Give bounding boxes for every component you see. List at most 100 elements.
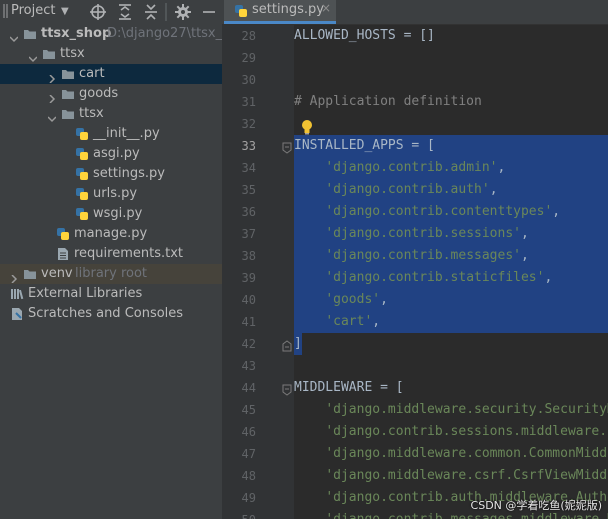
string-literal: 'django.contrib.sessions.middleware.Sess… [325,424,608,439]
chevron-right-icon[interactable] [48,90,56,104]
expand-all-icon[interactable] [116,3,134,21]
tree-item[interactable]: ttsx_shopD:\django27\ttsx_shop [0,24,222,44]
code-line[interactable]: 44 MIDDLEWARE = [ [222,377,608,399]
code-line[interactable]: 35 'django.contrib.auth', [222,179,608,201]
code-text: 'django.contrib.messages', [294,245,529,267]
tree-item[interactable]: ttsx [0,44,222,64]
code-line[interactable]: 28 ALLOWED_HOSTS = [] [222,25,608,47]
code-token: , [520,226,529,241]
python-file-icon [234,4,248,18]
comment: # Application definition [294,94,482,109]
tree-item[interactable]: venv library root [0,264,222,284]
fold-open-icon[interactable] [282,382,292,396]
folder-icon [23,267,37,281]
text-file-icon [56,247,70,261]
python-file-icon [75,167,89,181]
gear-icon[interactable] [174,3,192,21]
chevron-right-icon[interactable] [48,70,56,84]
fold-open-icon[interactable] [282,140,292,154]
lightbulb-icon[interactable] [300,119,314,135]
string-literal: 'django.middleware.csrf.CsrfViewMiddlewa… [325,468,608,483]
tree-item-label: venv [41,266,73,281]
tab-label: settings.py [252,2,324,17]
chevron-down-icon[interactable] [47,110,57,123]
string-literal: 'goods' [325,292,381,307]
tree-item[interactable]: ttsx [0,104,222,124]
chevron-down-icon[interactable] [28,50,38,63]
line-number: 42 [241,337,256,351]
line-number: 44 [241,381,256,395]
tree-item-label: ttsx_shop [41,26,112,41]
tree-item-label: manage.py [74,226,148,241]
line-number: 46 [241,425,256,439]
code-line[interactable]: 29 [222,47,608,69]
code-line[interactable]: 32 [222,113,608,135]
code-line[interactable]: 38 'django.contrib.messages', [222,245,608,267]
tree-item-label: requirements.txt [74,246,184,261]
collapse-all-icon[interactable] [142,3,160,21]
line-number: 40 [241,293,256,307]
chevron-right-icon[interactable] [10,270,18,284]
line-number: 35 [241,183,256,197]
fold-close-icon[interactable] [282,338,292,352]
string-literal: 'django.contrib.auth' [325,182,490,197]
code-line[interactable]: 30 [222,69,608,91]
tree-item-label: settings.py [93,166,165,181]
code-token: ALLOWED_HOSTS = [] [294,28,435,43]
project-view-selector[interactable]: Project [11,3,55,18]
code-line[interactable]: 41 'cart', [222,311,608,333]
code-editor[interactable]: settings.py × 28 ALLOWED_HOSTS = [] 29 30 31… [222,0,608,519]
code-token: INSTALLED_APPS = [ [294,138,435,153]
code-token: ] [294,336,302,351]
tree-item[interactable]: asgi.py [0,144,222,164]
code-line[interactable]: 36 'django.contrib.contenttypes', [222,201,608,223]
code-line[interactable]: 33 INSTALLED_APPS = [ [222,135,608,157]
tree-item[interactable]: Scratches and Consoles [0,304,222,324]
python-file-icon [75,207,89,221]
crosshair-icon[interactable] [89,3,107,21]
tree-item-label: cart [79,66,105,81]
tree-item[interactable]: External Libraries [0,284,222,304]
code-line[interactable]: 45 'django.middleware.security.SecurityM… [222,399,608,421]
minimize-icon[interactable] [200,3,218,21]
line-number: 31 [241,95,256,109]
tree-item[interactable]: __init__.py [0,124,222,144]
tab-settings-py[interactable]: settings.py × [224,0,336,24]
tree-item[interactable]: requirements.txt [0,244,222,264]
python-file-icon [75,127,89,141]
line-number: 47 [241,447,256,461]
line-number: 48 [241,469,256,483]
code-text: 'cart', [294,311,380,333]
tree-item[interactable]: wsgi.py [0,204,222,224]
tree-item[interactable]: cart [0,64,222,84]
code-line[interactable]: 46 'django.contrib.sessions.middleware.S… [222,421,608,443]
code-line[interactable]: 34 'django.contrib.admin', [222,157,608,179]
code-line[interactable]: 40 'goods', [222,289,608,311]
tree-item-label: ttsx [60,46,85,61]
code-line[interactable]: 31 # Application definition [222,91,608,113]
code-text: 'django.contrib.admin', [294,157,505,179]
tree-item[interactable]: manage.py [0,224,222,244]
code-line[interactable]: 42] [222,333,608,355]
code-token: , [552,204,561,219]
folder-icon [23,27,37,41]
chevron-down-icon[interactable]: ▼ [61,3,69,21]
code-line[interactable]: 48 'django.middleware.csrf.CsrfViewMiddl… [222,465,608,487]
tree-item[interactable]: urls.py [0,184,222,204]
code-line[interactable]: 43 [222,355,608,377]
close-icon[interactable]: × [321,1,331,15]
tree-item[interactable]: goods [0,84,222,104]
code-line[interactable]: 47 'django.middleware.common.CommonMiddl… [222,443,608,465]
line-number: 50 [222,509,256,519]
tree-item[interactable]: settings.py [0,164,222,184]
chevron-down-icon[interactable] [9,30,19,43]
code-line[interactable]: 37 'django.contrib.sessions', [222,223,608,245]
code-line[interactable]: 39 'django.contrib.staticfiles', [222,267,608,289]
code-token: , [544,270,553,285]
